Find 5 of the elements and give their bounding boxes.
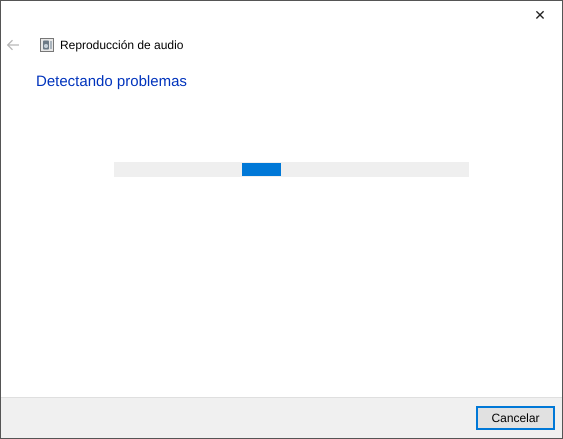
speaker-icon <box>40 38 54 52</box>
cancel-button[interactable]: Cancelar <box>476 406 555 430</box>
close-button[interactable]: ✕ <box>518 1 562 31</box>
window-title: Reproducción de audio <box>60 38 184 52</box>
page-heading: Detectando problemas <box>36 73 188 90</box>
